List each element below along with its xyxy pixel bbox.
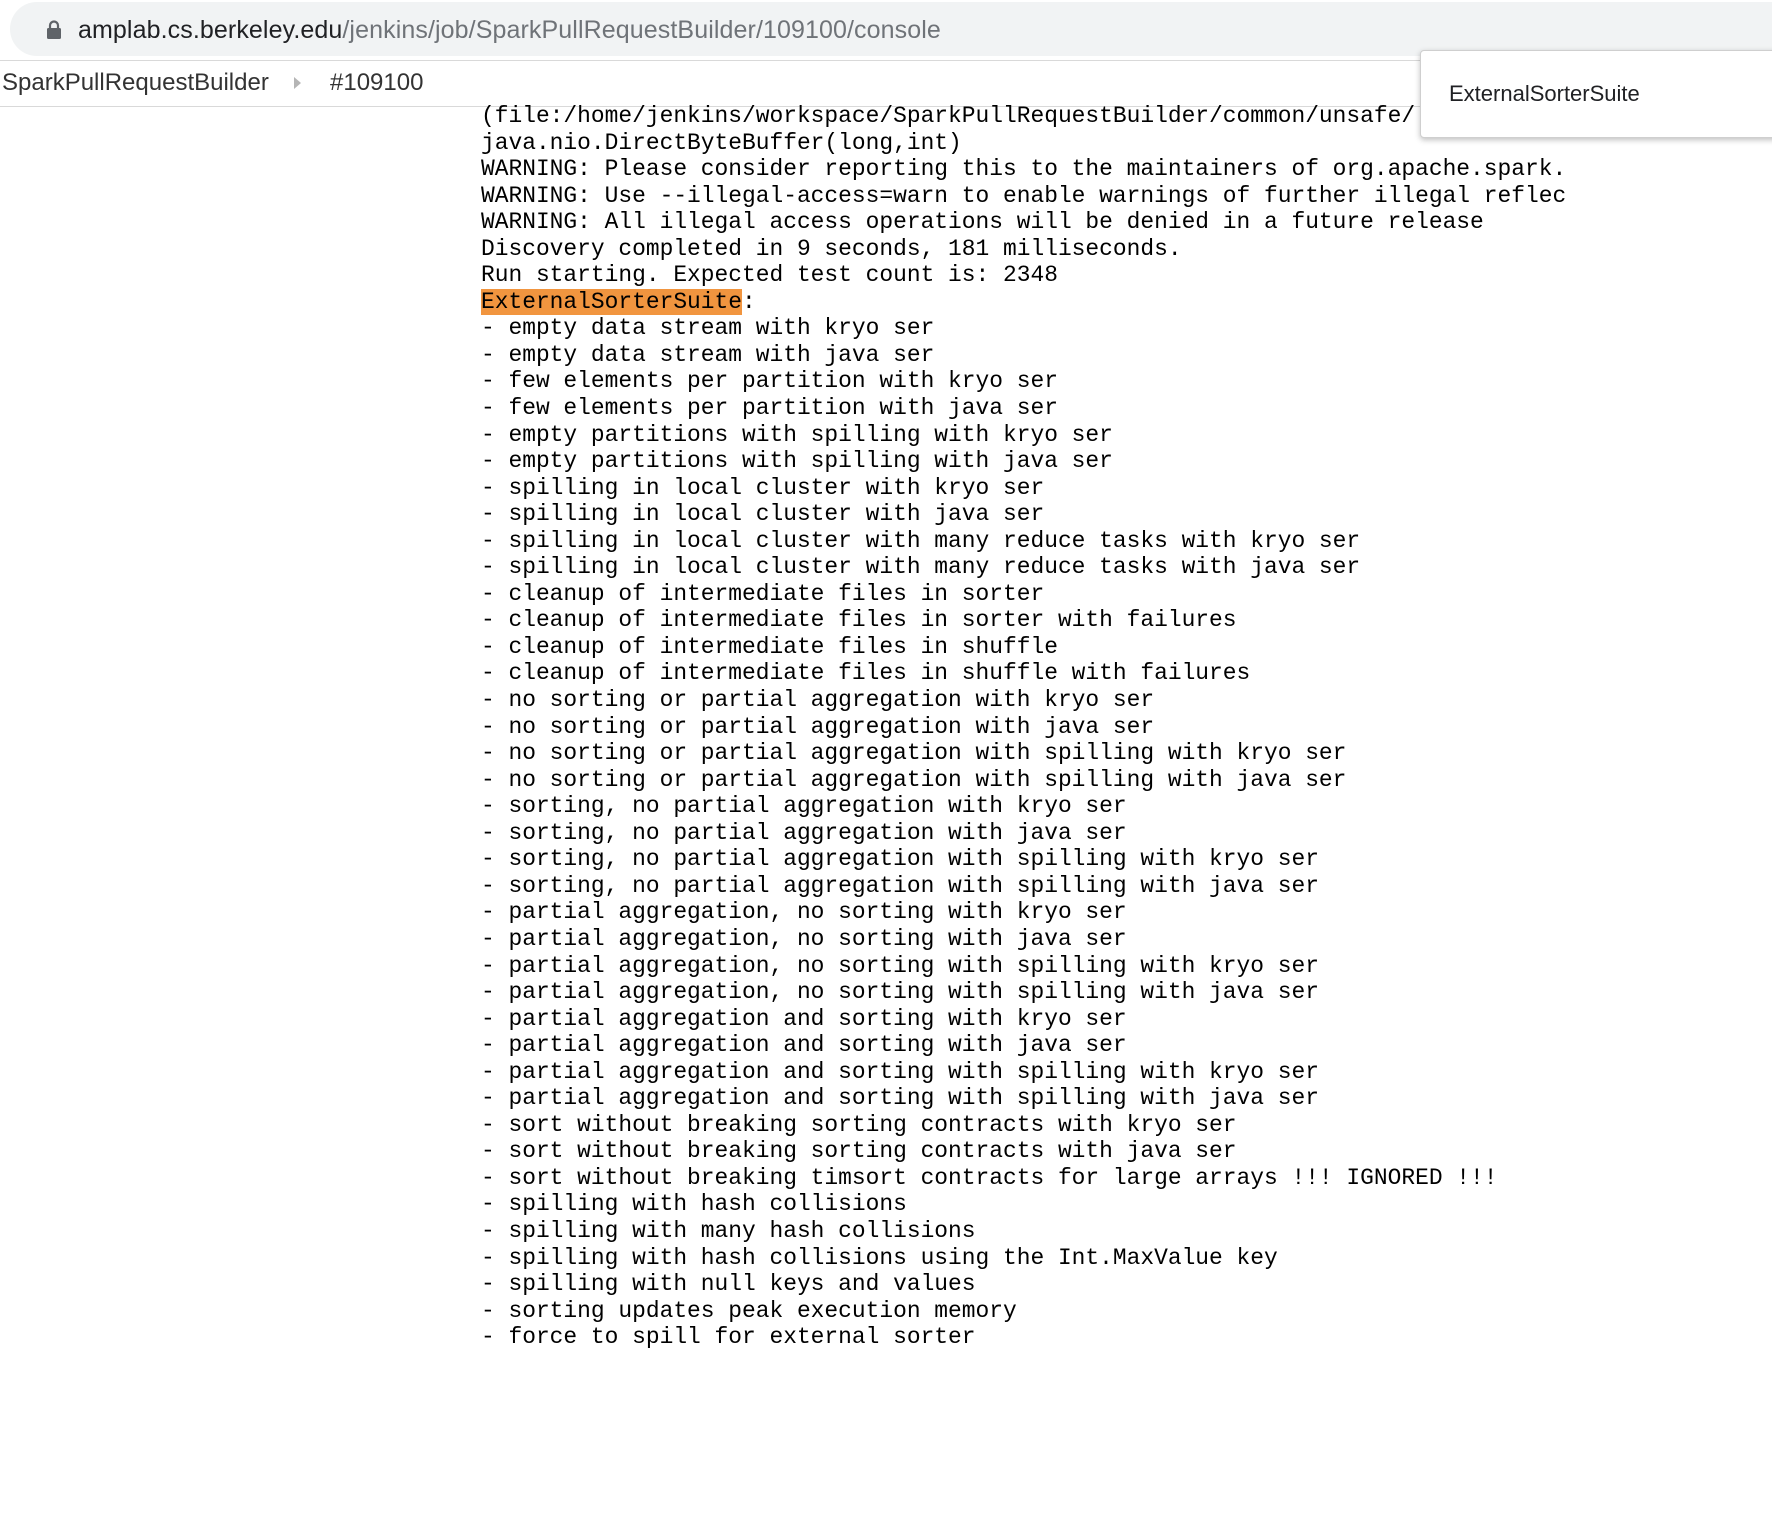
console-line: - force to spill for external sorter — [481, 1324, 976, 1351]
url-text[interactable]: amplab.cs.berkeley.edu/jenkins/job/Spark… — [78, 15, 941, 45]
console-line: - spilling with hash collisions using th… — [481, 1244, 1278, 1271]
console-line: - cleanup of intermediate files in shuff… — [481, 660, 1251, 687]
console-line: - partial aggregation and sorting with s… — [481, 1058, 1319, 1085]
console-line: - partial aggregation, no sorting with j… — [481, 925, 1127, 952]
breadcrumb-arrow-icon[interactable] — [294, 77, 301, 89]
console-output: (file:/home/jenkins/workspace/SparkPullR… — [481, 103, 1772, 1526]
console-line-text: : — [742, 288, 756, 315]
console-line: WARNING: Use --illegal-access=warn to en… — [481, 182, 1567, 209]
console-line: ExternalSorterSuite: — [481, 288, 1772, 316]
find-bar: ExternalSorterSuite — [1420, 50, 1772, 138]
console-line: - no sorting or partial aggregation with… — [481, 687, 1155, 714]
address-bar[interactable]: amplab.cs.berkeley.edu/jenkins/job/Spark… — [10, 2, 1772, 56]
console-line: - cleanup of intermediate files in sorte… — [481, 607, 1237, 634]
console-line: - spilling with many hash collisions — [481, 1217, 976, 1244]
console-line: - empty partitions with spilling with kr… — [481, 421, 1113, 448]
console-line: - no sorting or partial aggregation with… — [481, 713, 1155, 740]
console-line: WARNING: All illegal access operations w… — [481, 209, 1484, 236]
console-line: Run starting. Expected test count is: 23… — [481, 262, 1058, 289]
console-line: WARNING: Please consider reporting this … — [481, 156, 1567, 183]
console-line: - sorting updates peak execution memory — [481, 1297, 1017, 1324]
url-host: amplab.cs.berkeley.edu — [78, 16, 343, 44]
console-line: - few elements per partition with java s… — [481, 395, 1058, 422]
console-line: - sort without breaking sorting contract… — [481, 1138, 1237, 1165]
console-line: - spilling in local cluster with kryo se… — [481, 474, 1045, 501]
console-line: - spilling in local cluster with java se… — [481, 501, 1045, 528]
console-line: - spilling with hash collisions — [481, 1191, 907, 1218]
breadcrumb-build-link[interactable]: #109100 — [330, 69, 423, 97]
breadcrumb-job-link[interactable]: SparkPullRequestBuilder — [2, 69, 269, 97]
console-line: - sort without breaking timsort contract… — [481, 1164, 1498, 1191]
find-input[interactable]: ExternalSorterSuite — [1449, 81, 1640, 107]
console-line: - empty data stream with java ser — [481, 341, 935, 368]
console-line: - spilling in local cluster with many re… — [481, 527, 1361, 554]
search-match-highlight: ExternalSorterSuite — [481, 288, 742, 315]
console-line: - spilling in local cluster with many re… — [481, 554, 1361, 581]
console-line: - partial aggregation and sorting with k… — [481, 1005, 1127, 1032]
console-line: - partial aggregation, no sorting with k… — [481, 899, 1127, 926]
console-line: - no sorting or partial aggregation with… — [481, 740, 1347, 767]
console-line: - sorting, no partial aggregation with k… — [481, 793, 1127, 820]
console-line: - few elements per partition with kryo s… — [481, 368, 1058, 395]
console-line: - empty partitions with spilling with ja… — [481, 448, 1113, 475]
console-line: - cleanup of intermediate files in shuff… — [481, 633, 1058, 660]
console-line: - empty data stream with kryo ser — [481, 315, 935, 342]
console-line: - no sorting or partial aggregation with… — [481, 766, 1347, 793]
console-line: - sort without breaking sorting contract… — [481, 1111, 1237, 1138]
console-line: - partial aggregation, no sorting with s… — [481, 979, 1319, 1006]
console-line: Discovery completed in 9 seconds, 181 mi… — [481, 235, 1182, 262]
console-line: - cleanup of intermediate files in sorte… — [481, 580, 1045, 607]
console-line: - sorting, no partial aggregation with s… — [481, 872, 1319, 899]
console-line: - partial aggregation and sorting with j… — [481, 1032, 1127, 1059]
lock-icon[interactable] — [46, 20, 62, 40]
console-line: - sorting, no partial aggregation with j… — [481, 819, 1127, 846]
console-line: - spilling with null keys and values — [481, 1271, 976, 1298]
console-line: - partial aggregation, no sorting with s… — [481, 952, 1319, 979]
url-path: /jenkins/job/SparkPullRequestBuilder/109… — [342, 16, 941, 44]
console-line: - sorting, no partial aggregation with s… — [481, 846, 1319, 873]
console-line: - partial aggregation and sorting with s… — [481, 1085, 1319, 1112]
